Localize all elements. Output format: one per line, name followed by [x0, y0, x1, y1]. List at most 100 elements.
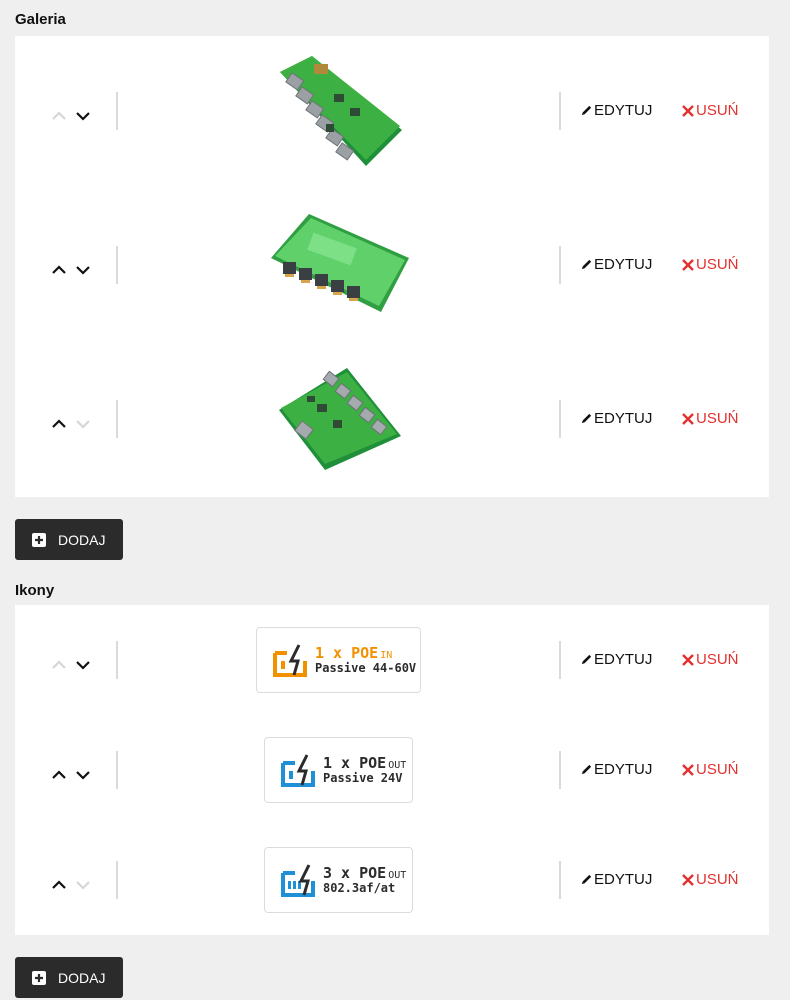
gallery-section-title: Galeria: [15, 11, 66, 28]
icons-add-button[interactable]: DODAJ: [15, 957, 123, 998]
gallery-image: [271, 214, 409, 312]
reorder-controls: [49, 875, 105, 897]
add-label: DODAJ: [58, 969, 106, 986]
gallery-row: EDYTUJ USUŃ: [15, 344, 769, 494]
icon-title: 3 x POE: [323, 863, 387, 882]
edit-label: EDYTUJ: [594, 256, 653, 273]
chevron-up-icon: [52, 419, 66, 428]
icon-preview: 1 x POE OUT Passive 24V: [264, 737, 413, 803]
separator: [559, 92, 561, 130]
separator: [559, 861, 561, 899]
icon-subtitle: Passive 44-60V: [315, 660, 417, 675]
edit-label: EDYTUJ: [594, 102, 653, 119]
pencil-icon: [581, 413, 592, 424]
chevron-down-icon: [76, 420, 90, 429]
move-down-button[interactable]: [73, 260, 93, 280]
gallery-panel: EDYTUJ USUŃ EDYTUJ USUŃ EDYTUJ USUŃ: [15, 36, 769, 497]
poe-out-3-icon: [281, 864, 315, 897]
close-icon: [682, 258, 694, 271]
move-up-button[interactable]: [49, 655, 69, 675]
chevron-down-icon: [76, 661, 90, 670]
edit-button[interactable]: EDYTUJ: [580, 102, 652, 119]
edit-button[interactable]: EDYTUJ: [580, 256, 652, 273]
reorder-controls: [49, 106, 105, 128]
chevron-down-icon: [76, 771, 90, 780]
edit-button[interactable]: EDYTUJ: [580, 410, 652, 427]
separator: [559, 246, 561, 284]
move-down-button[interactable]: [73, 655, 93, 675]
move-up-button[interactable]: [49, 765, 69, 785]
chevron-up-icon: [52, 770, 66, 779]
separator: [116, 246, 118, 284]
delete-label: USUŃ: [696, 761, 739, 778]
delete-button[interactable]: USUŃ: [681, 256, 739, 273]
delete-label: USUŃ: [696, 256, 739, 273]
separator: [116, 641, 118, 679]
delete-label: USUŃ: [696, 410, 739, 427]
move-up-button[interactable]: [49, 260, 69, 280]
close-icon: [682, 763, 694, 776]
poe-in-icon: [273, 644, 307, 677]
delete-button[interactable]: USUŃ: [681, 761, 739, 778]
close-icon: [682, 104, 694, 117]
separator: [116, 861, 118, 899]
move-down-button[interactable]: [73, 765, 93, 785]
icon-title: 1 x POE: [323, 753, 387, 772]
icon-row: 1 x POE OUT Passive 24V EDYTUJ USUŃ: [15, 715, 769, 825]
edit-button[interactable]: EDYTUJ: [580, 871, 652, 888]
move-up-button[interactable]: [49, 875, 69, 895]
move-down-button[interactable]: [73, 106, 93, 126]
plus-square-icon: [32, 532, 46, 547]
chevron-down-icon: [76, 881, 90, 890]
pencil-icon: [581, 259, 592, 270]
poe-out-icon: [281, 754, 315, 787]
close-icon: [682, 653, 694, 666]
reorder-controls: [49, 414, 105, 436]
gallery-add-button[interactable]: DODAJ: [15, 519, 123, 560]
chevron-down-icon: [76, 112, 90, 121]
separator: [116, 751, 118, 789]
move-down-button[interactable]: [73, 414, 93, 434]
edit-label: EDYTUJ: [594, 410, 653, 427]
edit-label: EDYTUJ: [594, 871, 653, 888]
pencil-icon: [581, 654, 592, 665]
close-icon: [682, 412, 694, 425]
move-down-button[interactable]: [73, 875, 93, 895]
icons-section-title: Ikony: [15, 582, 55, 599]
gallery-image: [279, 368, 401, 470]
edit-button[interactable]: EDYTUJ: [580, 761, 652, 778]
delete-button[interactable]: USUŃ: [681, 651, 739, 668]
icon-row: 1 x POE IN Passive 44-60V EDYTUJ USUŃ: [15, 605, 769, 715]
gallery-image: [280, 56, 402, 166]
edit-label: EDYTUJ: [594, 651, 653, 668]
move-up-button[interactable]: [49, 414, 69, 434]
chevron-up-icon: [52, 111, 66, 120]
icon-suffix: OUT: [388, 759, 407, 771]
separator: [116, 400, 118, 438]
icons-panel: 1 x POE IN Passive 44-60V EDYTUJ USUŃ 1 …: [15, 605, 769, 935]
pencil-icon: [581, 764, 592, 775]
move-up-button[interactable]: [49, 106, 69, 126]
chevron-up-icon: [52, 880, 66, 889]
icon-suffix: OUT: [388, 869, 407, 881]
delete-button[interactable]: USUŃ: [681, 871, 739, 888]
gallery-row: EDYTUJ USUŃ: [15, 190, 769, 340]
pencil-icon: [581, 105, 592, 116]
edit-button[interactable]: EDYTUJ: [580, 651, 652, 668]
icon-subtitle: Passive 24V: [323, 770, 403, 785]
reorder-controls: [49, 260, 105, 282]
delete-label: USUŃ: [696, 102, 739, 119]
separator: [559, 641, 561, 679]
icon-preview: 3 x POE OUT 802.3af/at: [264, 847, 413, 913]
chevron-up-icon: [52, 265, 66, 274]
icon-title: 1 x POE: [315, 643, 379, 662]
delete-button[interactable]: USUŃ: [681, 410, 739, 427]
delete-label: USUŃ: [696, 651, 739, 668]
delete-button[interactable]: USUŃ: [681, 102, 739, 119]
icon-preview: 1 x POE IN Passive 44-60V: [256, 627, 421, 693]
add-label: DODAJ: [58, 531, 106, 548]
pencil-icon: [581, 874, 592, 885]
separator: [559, 400, 561, 438]
edit-label: EDYTUJ: [594, 761, 653, 778]
close-icon: [682, 873, 694, 886]
